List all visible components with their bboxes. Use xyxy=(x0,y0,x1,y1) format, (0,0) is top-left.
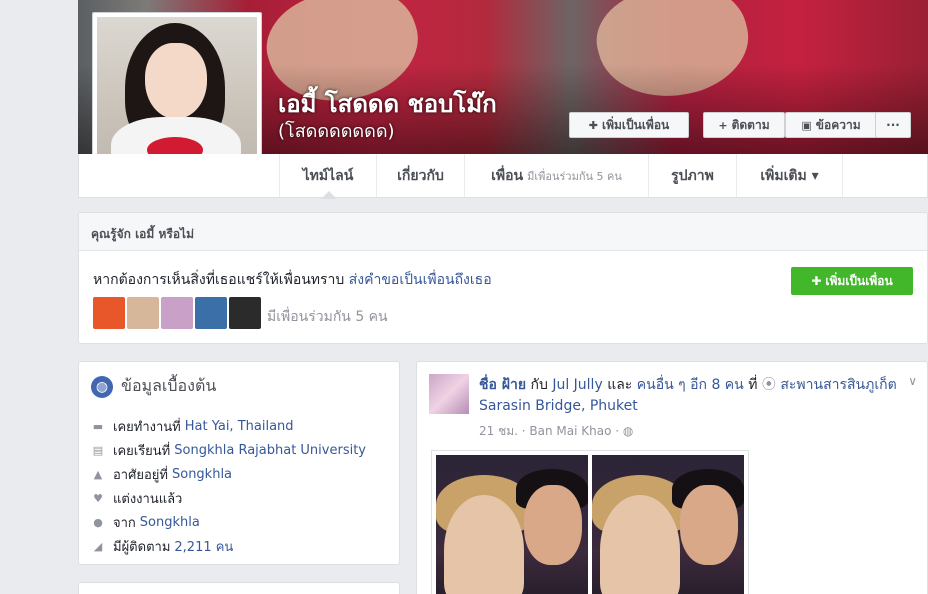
add-friend-button[interactable]: ✚ เพิ่มเป็นเพื่อน xyxy=(569,112,689,138)
intro-row-value-link[interactable]: Songkhla xyxy=(140,515,200,530)
post-author-avatar[interactable] xyxy=(429,374,469,414)
intro-list: ▬ เคยทำงานที่ Hat Yai, Thailand ▤ เคยเรียนที… xyxy=(91,414,366,558)
active-tab-indicator xyxy=(321,191,337,199)
mutual-friend-avatar[interactable] xyxy=(229,297,261,329)
post-photo[interactable] xyxy=(592,455,744,594)
add-friend-label: เพิ่มเป็นเพื่อน xyxy=(601,117,670,132)
school-icon: ▤ xyxy=(92,443,104,457)
profile-face xyxy=(145,43,207,119)
intro-row-value-link[interactable]: 2,211 คน xyxy=(174,536,233,557)
do-you-know-text: หากต้องการเห็นสิ่งที่เธอแชร์ให้เพื่อนทรา… xyxy=(93,272,345,288)
tab-about-label: เกี่ยวกับ xyxy=(397,167,444,184)
intro-row-value-link[interactable]: Songkhla xyxy=(172,467,232,482)
intro-row-label: มีผู้ติดตาม xyxy=(113,539,171,555)
intro-row: ▬ เคยทำงานที่ Hat Yai, Thailand xyxy=(91,414,366,438)
post-headline: ชื่อ ฝ้าย กับ Jul Jully และ คนอื่น ๆ อีก… xyxy=(479,375,899,417)
post-options-chevron-icon[interactable]: ∨ xyxy=(908,374,917,388)
globe-icon: ◍ xyxy=(91,375,113,398)
location-pin-icon: ⦿ xyxy=(761,377,776,393)
home-icon: ▲ xyxy=(93,467,103,481)
post-others-link[interactable]: คนอื่น ๆ อีก 8 คน xyxy=(637,377,744,393)
intro-row-label: อาศัยอยู่ที่ xyxy=(113,467,168,483)
intro-title-text: ข้อมูลเบื้องต้น xyxy=(121,376,217,395)
rss-icon: ◢ xyxy=(93,539,103,553)
intro-row: ◢ มีผู้ติดตาม 2,211 คน xyxy=(91,534,366,558)
tab-about[interactable]: เกี่ยวกับ xyxy=(377,154,465,197)
add-friend-icon: ✚ xyxy=(811,274,822,288)
intro-row-label: เคยเรียนที่ xyxy=(113,443,171,459)
intro-row-label: เคยทำงานที่ xyxy=(113,419,181,435)
photo-figure xyxy=(524,485,582,565)
add-friend-green-button[interactable]: ✚ เพิ่มเป็นเพื่อน xyxy=(791,267,913,295)
mutual-friend-avatar[interactable] xyxy=(195,297,227,329)
mutual-friend-avatar[interactable] xyxy=(93,297,125,329)
mutual-friend-avatar[interactable] xyxy=(127,297,159,329)
mutual-friends-count[interactable]: มีเพื่อนร่วมกัน 5 คน xyxy=(267,306,388,328)
tab-friends-label: เพื่อน xyxy=(491,167,524,184)
intro-card: ◍ ข้อมูลเบื้องต้น ▬ เคยทำงานที่ Hat Yai, T… xyxy=(78,361,400,565)
profile-picture-image xyxy=(97,17,257,177)
photo-figure xyxy=(444,495,524,594)
post-photos xyxy=(431,450,749,594)
do-you-know-message: หากต้องการเห็นสิ่งที่เธอแชร์ให้เพื่อนทรา… xyxy=(93,269,492,291)
intro-row-label: แต่งงานแล้ว xyxy=(113,491,183,507)
tab-friends[interactable]: เพื่อน มีเพื่อนร่วมกัน 5 คน xyxy=(465,154,649,197)
post-at-text: ที่ xyxy=(743,377,762,393)
message-button[interactable]: ▣ ข้อความ xyxy=(785,112,877,138)
follow-button[interactable]: + ติดตาม xyxy=(703,112,785,138)
post-meta-separator: · xyxy=(517,424,530,438)
intro-row: ● จาก Songkhla xyxy=(91,510,366,534)
tab-friends-mutual-count: มีเพื่อนร่วมกัน 5 คน xyxy=(527,169,622,183)
tab-photos-label: รูปภาพ xyxy=(671,167,714,184)
add-friend-green-label: เพิ่มเป็นเพื่อน xyxy=(825,273,893,288)
plus-icon: + xyxy=(718,118,728,132)
heart-icon: ♥ xyxy=(93,491,103,505)
tab-more[interactable]: เพิ่มเติม ▾ xyxy=(737,154,843,197)
public-globe-icon[interactable]: ◍ xyxy=(623,424,633,438)
intro-row: ♥ แต่งงานแล้ว xyxy=(91,486,366,510)
post-timestamp[interactable]: 21 ชม. xyxy=(479,424,518,438)
tab-photos[interactable]: รูปภาพ xyxy=(649,154,737,197)
intro-row: ▤ เคยเรียนที่ Songkhla Rajabhat University xyxy=(91,438,366,462)
send-friend-request-link[interactable]: ส่งคำขอเป็นเพื่อนถึงเธอ xyxy=(349,272,492,288)
timeline-post: ชื่อ ฝ้าย กับ Jul Jully และ คนอื่น ๆ อีก… xyxy=(416,361,928,594)
mutual-friends-thumbnails xyxy=(93,297,261,329)
post-meta: 21 ชม. · Ban Mai Khao · ◍ xyxy=(479,422,633,441)
photo-figure xyxy=(600,495,680,594)
post-author-link[interactable]: ชื่อ ฝ้าย xyxy=(479,377,526,393)
profile-tabs: ไทม์ไลน์ เกี่ยวกับ เพื่อน มีเพื่อนร่วมกั… xyxy=(78,154,928,198)
intro-title: ◍ ข้อมูลเบื้องต้น xyxy=(91,374,216,399)
add-friend-icon: ✚ xyxy=(588,118,598,132)
location-pin-icon: ● xyxy=(93,515,103,529)
photos-card xyxy=(78,582,400,594)
post-and-text: และ xyxy=(602,377,637,393)
profile-alternate-name: (โสดดดดดดด) xyxy=(278,121,395,142)
follow-label: ติดตาม xyxy=(731,117,770,132)
photo-figure xyxy=(680,485,738,565)
post-meta-separator: · xyxy=(611,424,623,438)
intro-row-value-link[interactable]: Songkhla Rajabhat University xyxy=(174,443,366,458)
intro-row: ▲ อาศัยอยู่ที่ Songkhla xyxy=(91,462,366,486)
tab-timeline-label: ไทม์ไลน์ xyxy=(302,167,354,184)
post-tagged-link[interactable]: Jul Jully xyxy=(552,377,602,393)
intro-row-label: จาก xyxy=(113,515,136,531)
message-label: ข้อความ xyxy=(815,117,861,132)
do-you-know-box: คุณรู้จัก เอมี้ หรือไม่ หากต้องการเห็นสิ… xyxy=(78,212,928,344)
post-photo[interactable] xyxy=(436,455,588,594)
post-with-text: กับ xyxy=(526,377,553,393)
message-icon: ▣ xyxy=(801,118,812,132)
more-options-button[interactable]: ··· xyxy=(875,112,911,138)
mutual-friend-avatar[interactable] xyxy=(161,297,193,329)
briefcase-icon: ▬ xyxy=(92,419,104,433)
intro-row-value-link[interactable]: Hat Yai, Thailand xyxy=(185,419,294,434)
tab-more-label: เพิ่มเติม ▾ xyxy=(760,167,819,184)
post-location-link[interactable]: Ban Mai Khao xyxy=(529,424,611,438)
do-you-know-header: คุณรู้จัก เอมี้ หรือไม่ xyxy=(79,213,927,251)
more-options-icon: ··· xyxy=(886,118,900,132)
